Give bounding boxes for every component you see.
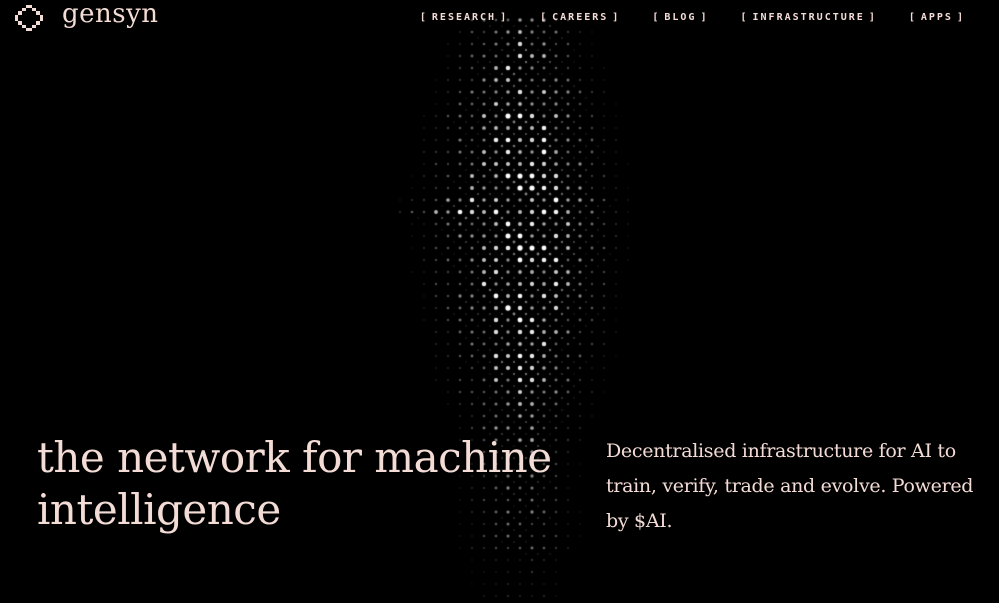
nav-careers-link[interactable]: [CAREERS] (540, 12, 620, 23)
page: gensyn [RESEARCH] [CAREERS] [BLOG] [INFR… (0, 0, 999, 603)
nav-research-link[interactable]: [RESEARCH] (420, 12, 508, 23)
hero-headline: the network for machine intelligence (37, 433, 552, 534)
nav-apps-label: APPS (920, 12, 953, 23)
top-navigation: [RESEARCH] [CAREERS] [BLOG] [INFRASTRUCT… (420, 12, 965, 23)
nav-apps-link[interactable]: [APPS] (909, 12, 965, 23)
hero-tagline: Decentralised infrastructure for AI to t… (606, 440, 974, 532)
nav-infrastructure-label: INFRASTRUCTURE (752, 12, 865, 23)
logo-link[interactable]: gensyn (12, 0, 159, 36)
brand-name: gensyn (62, 0, 159, 29)
nav-blog-label: BLOG (664, 12, 697, 23)
nav-blog-link[interactable]: [BLOG] (652, 12, 708, 23)
nav-careers-label: CAREERS (552, 12, 609, 23)
nav-research-label: RESEARCH (431, 12, 497, 23)
nav-infrastructure-link[interactable]: [INFRASTRUCTURE] (740, 12, 876, 23)
diamond-logo-icon (15, 5, 43, 31)
